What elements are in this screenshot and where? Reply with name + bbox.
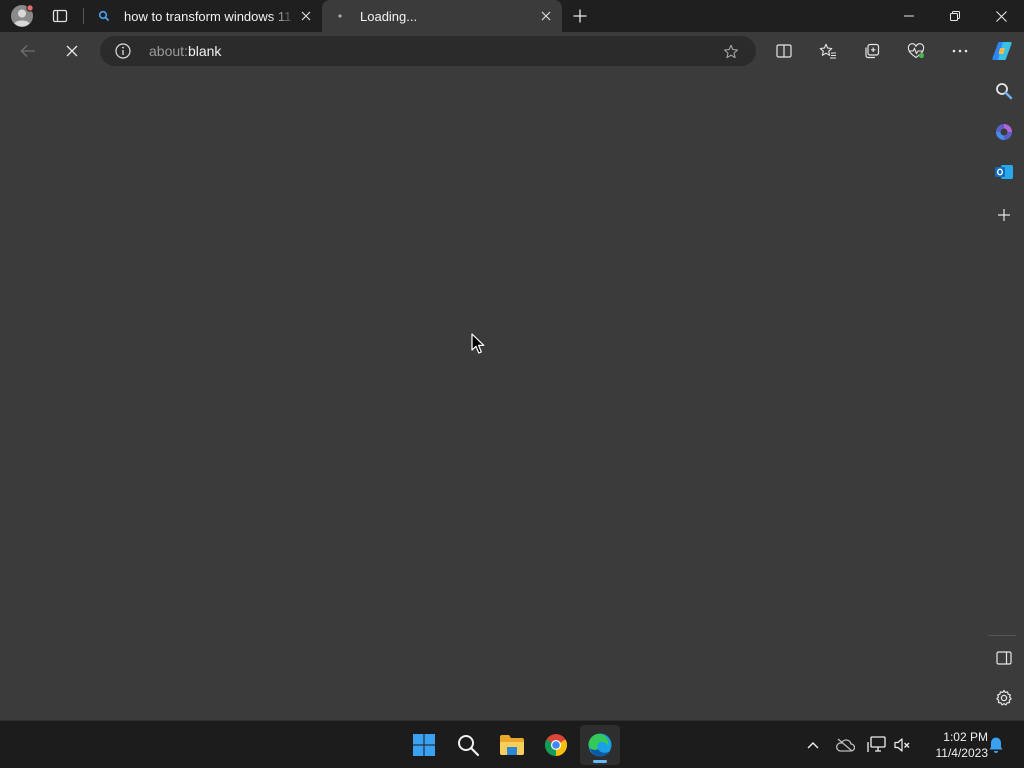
url-host: blank <box>187 43 222 59</box>
sidebar-settings-button[interactable] <box>990 684 1018 712</box>
onedrive-tray-button[interactable] <box>833 733 857 757</box>
profile-icon <box>11 4 34 27</box>
site-info-button[interactable] <box>114 42 132 60</box>
start-button[interactable] <box>404 725 444 765</box>
profile-avatar[interactable] <box>8 3 36 29</box>
copilot-button[interactable] <box>988 37 1016 65</box>
clock-date: 11/4/2023 <box>935 746 989 760</box>
chrome-icon <box>545 734 567 756</box>
tab-actions-button[interactable] <box>48 4 72 28</box>
tab-title: how to transform windows 11 into <box>124 8 296 24</box>
browser-toolbar: about:blank <box>0 32 1024 70</box>
tab-search-results[interactable]: how to transform windows 11 into <box>86 0 322 32</box>
more-button[interactable] <box>946 37 974 65</box>
copilot-icon <box>992 42 1012 60</box>
notifications-button[interactable] <box>984 733 1008 757</box>
vertical-tabs-icon <box>52 9 68 23</box>
active-app-indicator <box>593 760 607 763</box>
page-content[interactable] <box>0 70 984 718</box>
tab-close-button[interactable] <box>296 6 316 26</box>
file-explorer-button[interactable] <box>492 725 532 765</box>
show-hidden-icons-button[interactable] <box>801 733 825 757</box>
volume-tray-button[interactable] <box>890 733 914 757</box>
stop-loading-icon <box>66 45 78 57</box>
notification-bell-icon <box>989 737 1003 753</box>
edge-sidebar <box>984 70 1024 718</box>
sidebar-add-button[interactable] <box>990 201 1018 229</box>
tab-close-button[interactable] <box>536 6 556 26</box>
favorite-star-icon <box>723 44 739 59</box>
tab-loading[interactable]: Loading... <box>322 0 562 32</box>
loading-dot-icon <box>332 8 348 24</box>
edge-icon <box>588 733 612 757</box>
collections-button[interactable] <box>858 37 886 65</box>
split-screen-icon <box>776 44 792 58</box>
search-icon <box>458 735 480 757</box>
start-icon <box>413 734 435 756</box>
restore-button[interactable] <box>932 0 978 32</box>
sidebar-copilot-button[interactable] <box>990 118 1018 146</box>
network-tray-button[interactable] <box>865 733 889 757</box>
tab-bar: how to transform windows 11 into Loading… <box>0 0 1024 32</box>
close-window-button[interactable] <box>978 0 1024 32</box>
close-icon <box>995 10 1007 22</box>
minimize-button[interactable] <box>886 0 932 32</box>
back-icon <box>20 45 35 57</box>
hide-sidebar-button[interactable] <box>990 644 1018 672</box>
sidebar-outlook-button[interactable] <box>990 158 1018 186</box>
hide-sidebar-icon <box>996 651 1012 665</box>
system-clock[interactable]: 1:02 PM 11/4/2023 <box>918 729 989 761</box>
sidebar-divider <box>988 635 1016 636</box>
browser-essentials-icon <box>907 43 925 59</box>
split-screen-button[interactable] <box>770 37 798 65</box>
favorites-button[interactable] <box>814 37 842 65</box>
url-scheme: about: <box>149 43 188 59</box>
onedrive-icon <box>836 738 855 752</box>
taskbar: 1:02 PM 11/4/2023 <box>0 720 1024 768</box>
volume-muted-icon <box>894 738 910 752</box>
restore-icon <box>950 11 960 21</box>
tab-title: Loading... <box>360 8 418 24</box>
plus-icon <box>573 9 587 23</box>
new-tab-button[interactable] <box>568 4 592 28</box>
outlook-icon <box>995 165 1013 179</box>
chrome-button[interactable] <box>536 725 576 765</box>
taskbar-search-button[interactable] <box>448 725 488 765</box>
sidebar-search-button[interactable] <box>990 77 1018 105</box>
site-info-icon <box>115 43 131 59</box>
collections-icon <box>865 43 880 59</box>
browser-window: how to transform windows 11 into Loading… <box>0 0 1024 768</box>
close-icon <box>541 11 551 21</box>
edge-taskbar-button[interactable] <box>580 725 620 765</box>
stop-loading-button[interactable] <box>58 37 86 65</box>
network-icon <box>867 736 886 752</box>
favorites-icon <box>819 43 836 59</box>
minimize-icon <box>904 15 914 17</box>
more-icon <box>952 49 968 53</box>
close-icon <box>301 11 311 21</box>
copilot-app-icon <box>996 124 1012 140</box>
chevron-up-icon <box>807 742 819 749</box>
settings-icon <box>996 689 1012 706</box>
address-bar[interactable]: about:blank <box>100 36 756 66</box>
tab-separator <box>83 8 84 24</box>
browser-essentials-button[interactable] <box>902 37 930 65</box>
add-icon <box>998 209 1010 221</box>
clock-time: 1:02 PM <box>943 730 988 744</box>
address-url[interactable]: about:blank <box>149 43 221 59</box>
mouse-cursor-icon <box>471 333 485 354</box>
file-explorer-icon <box>500 735 524 755</box>
favorite-button[interactable] <box>720 41 742 63</box>
back-button[interactable] <box>14 37 42 65</box>
search-favicon-icon <box>96 8 112 24</box>
search-icon <box>996 83 1013 100</box>
